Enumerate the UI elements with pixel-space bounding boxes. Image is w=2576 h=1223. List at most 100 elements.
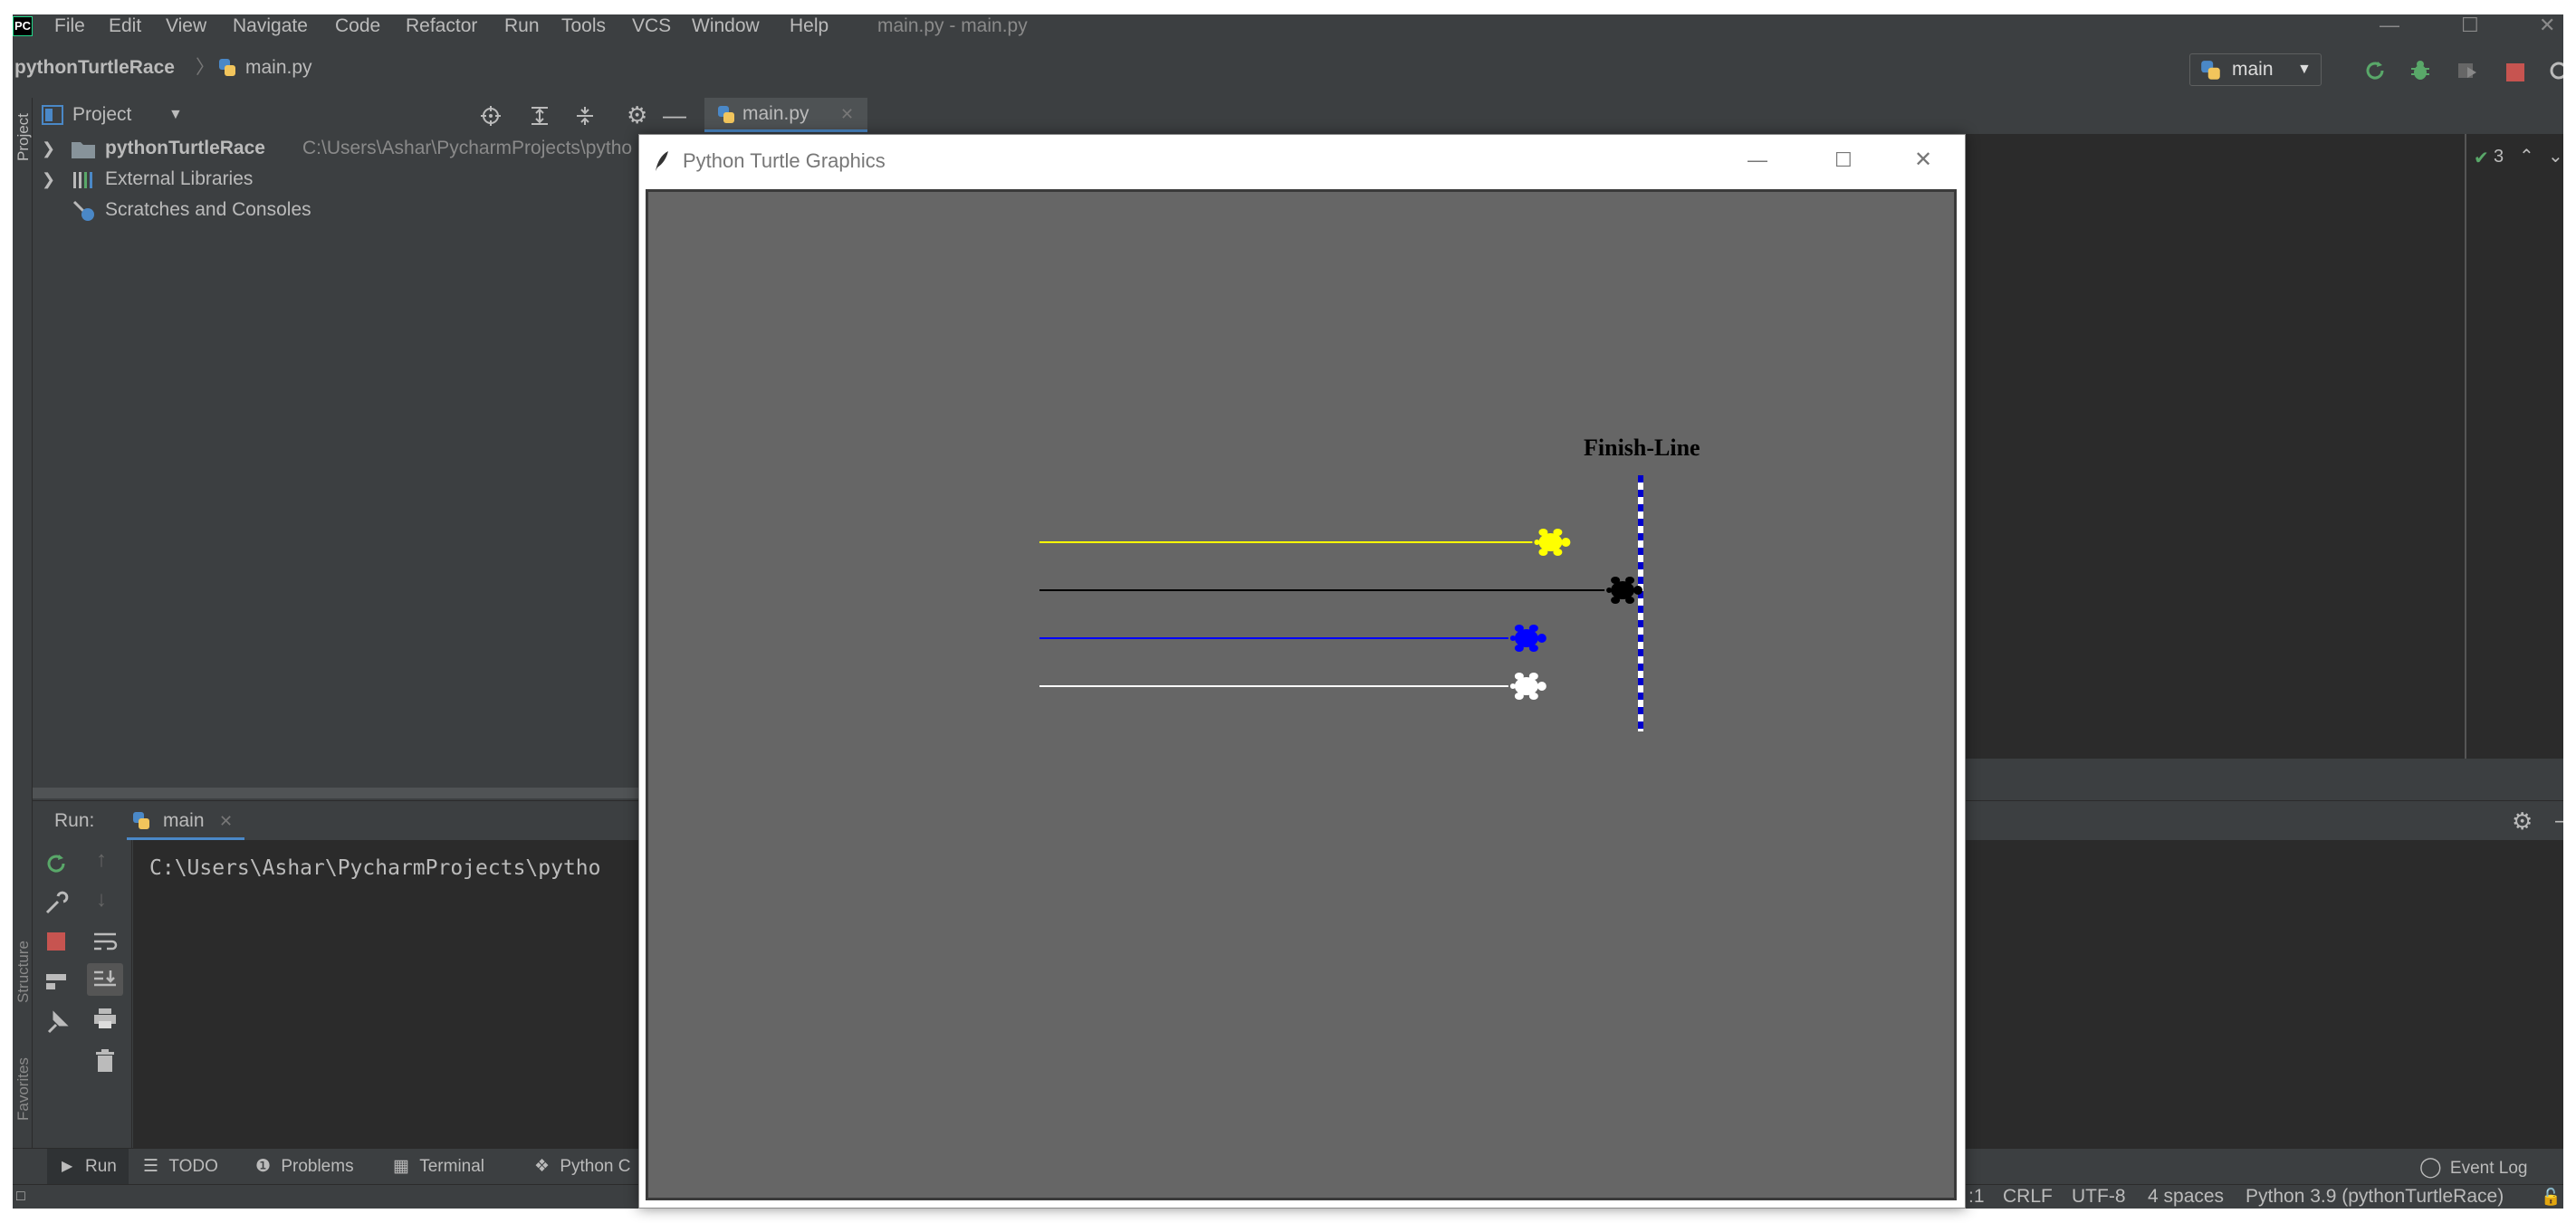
close-tab-icon[interactable]: ✕ xyxy=(840,98,854,130)
arrow-down-icon[interactable]: ↓ xyxy=(96,887,107,912)
pycharm-logo-icon: PC xyxy=(13,16,33,36)
folder-icon xyxy=(72,142,95,158)
menu-file[interactable]: File xyxy=(54,14,85,38)
tool-tab-python-console[interactable]: ❖ Python C xyxy=(534,1149,630,1185)
library-icon xyxy=(73,172,92,188)
layout-icon[interactable] xyxy=(43,969,69,994)
event-log-button[interactable]: ◯ Event Log xyxy=(2419,1149,2527,1185)
line-separator[interactable]: CRLF xyxy=(2003,1185,2053,1209)
scratches-icon xyxy=(72,200,94,221)
inspection-count[interactable]: 3 xyxy=(2494,147,2504,167)
run-config-label: main xyxy=(2232,59,2274,80)
expand-all-icon[interactable] xyxy=(529,105,551,127)
breadcrumb-project[interactable]: pythonTurtleRace xyxy=(14,50,175,86)
minimize-icon[interactable]: — xyxy=(1748,135,1767,186)
file-encoding[interactable]: UTF-8 xyxy=(2072,1185,2126,1209)
event-log-icon: ◯ xyxy=(2419,1155,2442,1178)
turtle-window-titlebar: Python Turtle Graphics — ☐ ✕ xyxy=(639,135,1965,187)
menu-window[interactable]: Window xyxy=(692,14,760,38)
scroll-to-end-icon xyxy=(94,970,116,987)
menu-vcs[interactable]: VCS xyxy=(632,14,671,38)
soft-wrap-icon[interactable] xyxy=(92,931,118,954)
breadcrumb-file[interactable]: main.py xyxy=(245,50,312,86)
gear-icon[interactable]: ⚙ xyxy=(2512,801,2533,841)
menu-navigate[interactable]: Navigate xyxy=(233,14,308,38)
tool-tab-todo[interactable]: ☰ TODO xyxy=(143,1149,218,1185)
hide-panel-icon[interactable]: — xyxy=(2555,801,2563,841)
print-icon[interactable] xyxy=(92,1007,118,1030)
editor-tab-label: main.py xyxy=(742,103,809,124)
editor-tab-bar xyxy=(704,98,2563,132)
run-toolbar-primary xyxy=(33,840,78,1148)
close-icon[interactable]: ✕ xyxy=(1914,135,1932,186)
tree-item-path: C:\Users\Ashar\PycharmProjects\pytho xyxy=(302,138,633,158)
menu-run[interactable]: Run xyxy=(504,14,540,38)
gear-icon[interactable]: ⚙ xyxy=(627,98,647,132)
minimize-icon[interactable]: — xyxy=(2380,14,2399,36)
menu-help[interactable]: Help xyxy=(790,14,828,38)
stop-icon[interactable] xyxy=(45,931,67,952)
maximize-icon[interactable]: ☐ xyxy=(1834,135,1853,186)
tool-tab-terminal[interactable]: ▦ Terminal xyxy=(393,1149,484,1185)
chevron-right-icon[interactable]: ❯ xyxy=(42,165,55,194)
pin-icon[interactable] xyxy=(43,1010,69,1036)
panel-toggle-icon[interactable]: □ xyxy=(16,1185,25,1209)
project-tool-button[interactable]: Project xyxy=(14,113,33,161)
menu-refactor[interactable]: Refactor xyxy=(406,14,477,38)
rerun-icon[interactable] xyxy=(43,851,69,876)
editor-tab-main-py[interactable]: main.py ✕ xyxy=(704,98,867,132)
debug-icon[interactable] xyxy=(2408,58,2433,83)
chevron-down-icon[interactable]: ⌄ xyxy=(2548,145,2563,167)
trash-icon[interactable] xyxy=(94,1048,116,1074)
maximize-icon[interactable]: ☐ xyxy=(2461,14,2479,36)
rerun-icon[interactable] xyxy=(2362,58,2388,83)
arrow-up-icon[interactable]: ↑ xyxy=(96,847,107,873)
chevron-down-icon[interactable]: ▼ xyxy=(168,98,183,132)
python-file-icon xyxy=(216,50,238,86)
run-panel-label: Run: xyxy=(54,810,95,831)
close-tab-icon[interactable]: ✕ xyxy=(219,801,233,841)
python-interpreter[interactable]: Python 3.9 (pythonTurtleRace) xyxy=(2246,1185,2504,1209)
chevron-up-icon[interactable]: ⌃ xyxy=(2519,145,2534,167)
project-panel-title[interactable]: Project xyxy=(72,98,131,132)
structure-tool-button[interactable]: Structure xyxy=(14,941,33,1003)
tool-tab-problems[interactable]: ❶ Problems xyxy=(255,1149,354,1185)
menu-edit[interactable]: Edit xyxy=(109,14,141,38)
close-icon[interactable]: ✕ xyxy=(2539,14,2555,36)
menu-bar: PC File Edit View Navigate Code Refactor… xyxy=(13,14,2563,38)
turtle-icon xyxy=(1534,529,1571,556)
collapse-all-icon[interactable] xyxy=(574,105,596,127)
wrench-icon[interactable] xyxy=(43,891,69,916)
scroll-to-end-toggle[interactable] xyxy=(87,963,123,996)
tool-tab-label: Run xyxy=(85,1157,117,1176)
menu-code[interactable]: Code xyxy=(335,14,380,38)
python-icon xyxy=(133,812,149,829)
turtle-graphics-window: Python Turtle Graphics — ☐ ✕ Finish-Line xyxy=(638,134,1966,1209)
menu-view[interactable]: View xyxy=(166,14,206,38)
horizontal-scrollbar[interactable] xyxy=(33,788,653,798)
menu-tools[interactable]: Tools xyxy=(561,14,606,38)
search-icon[interactable] xyxy=(2548,60,2563,85)
stop-icon[interactable] xyxy=(2503,60,2528,85)
locate-icon[interactable] xyxy=(480,105,502,127)
feather-icon xyxy=(656,151,668,171)
tree-item-label: pythonTurtleRace xyxy=(105,138,265,158)
project-view-icon xyxy=(42,105,63,125)
chevron-right-icon[interactable]: ❯ xyxy=(42,134,55,163)
tool-tab-run[interactable]: ▶ Run xyxy=(47,1149,129,1185)
lock-icon[interactable]: 🔓 xyxy=(2541,1185,2561,1209)
python-icon xyxy=(2201,61,2220,80)
run-configuration-select[interactable]: main ▼ xyxy=(2189,53,2322,86)
tool-tab-label: Terminal xyxy=(419,1157,485,1176)
console-line: C:\Users\Ashar\PycharmProjects\pytho xyxy=(149,856,601,880)
turtle-canvas[interactable]: Finish-Line xyxy=(646,189,1957,1200)
indent-setting[interactable]: 4 spaces xyxy=(2148,1185,2224,1209)
cursor-position[interactable]: :1 xyxy=(1968,1185,1985,1209)
favorites-tool-button[interactable]: Favorites xyxy=(14,1057,33,1121)
window-title: main.py - main.py xyxy=(877,15,1028,36)
run-tab-main[interactable]: main xyxy=(163,801,205,841)
run-with-coverage-icon[interactable] xyxy=(2455,58,2480,83)
race-track xyxy=(1039,475,1643,731)
hide-panel-icon[interactable]: — xyxy=(663,98,686,132)
info-icon: ❶ xyxy=(255,1157,272,1176)
